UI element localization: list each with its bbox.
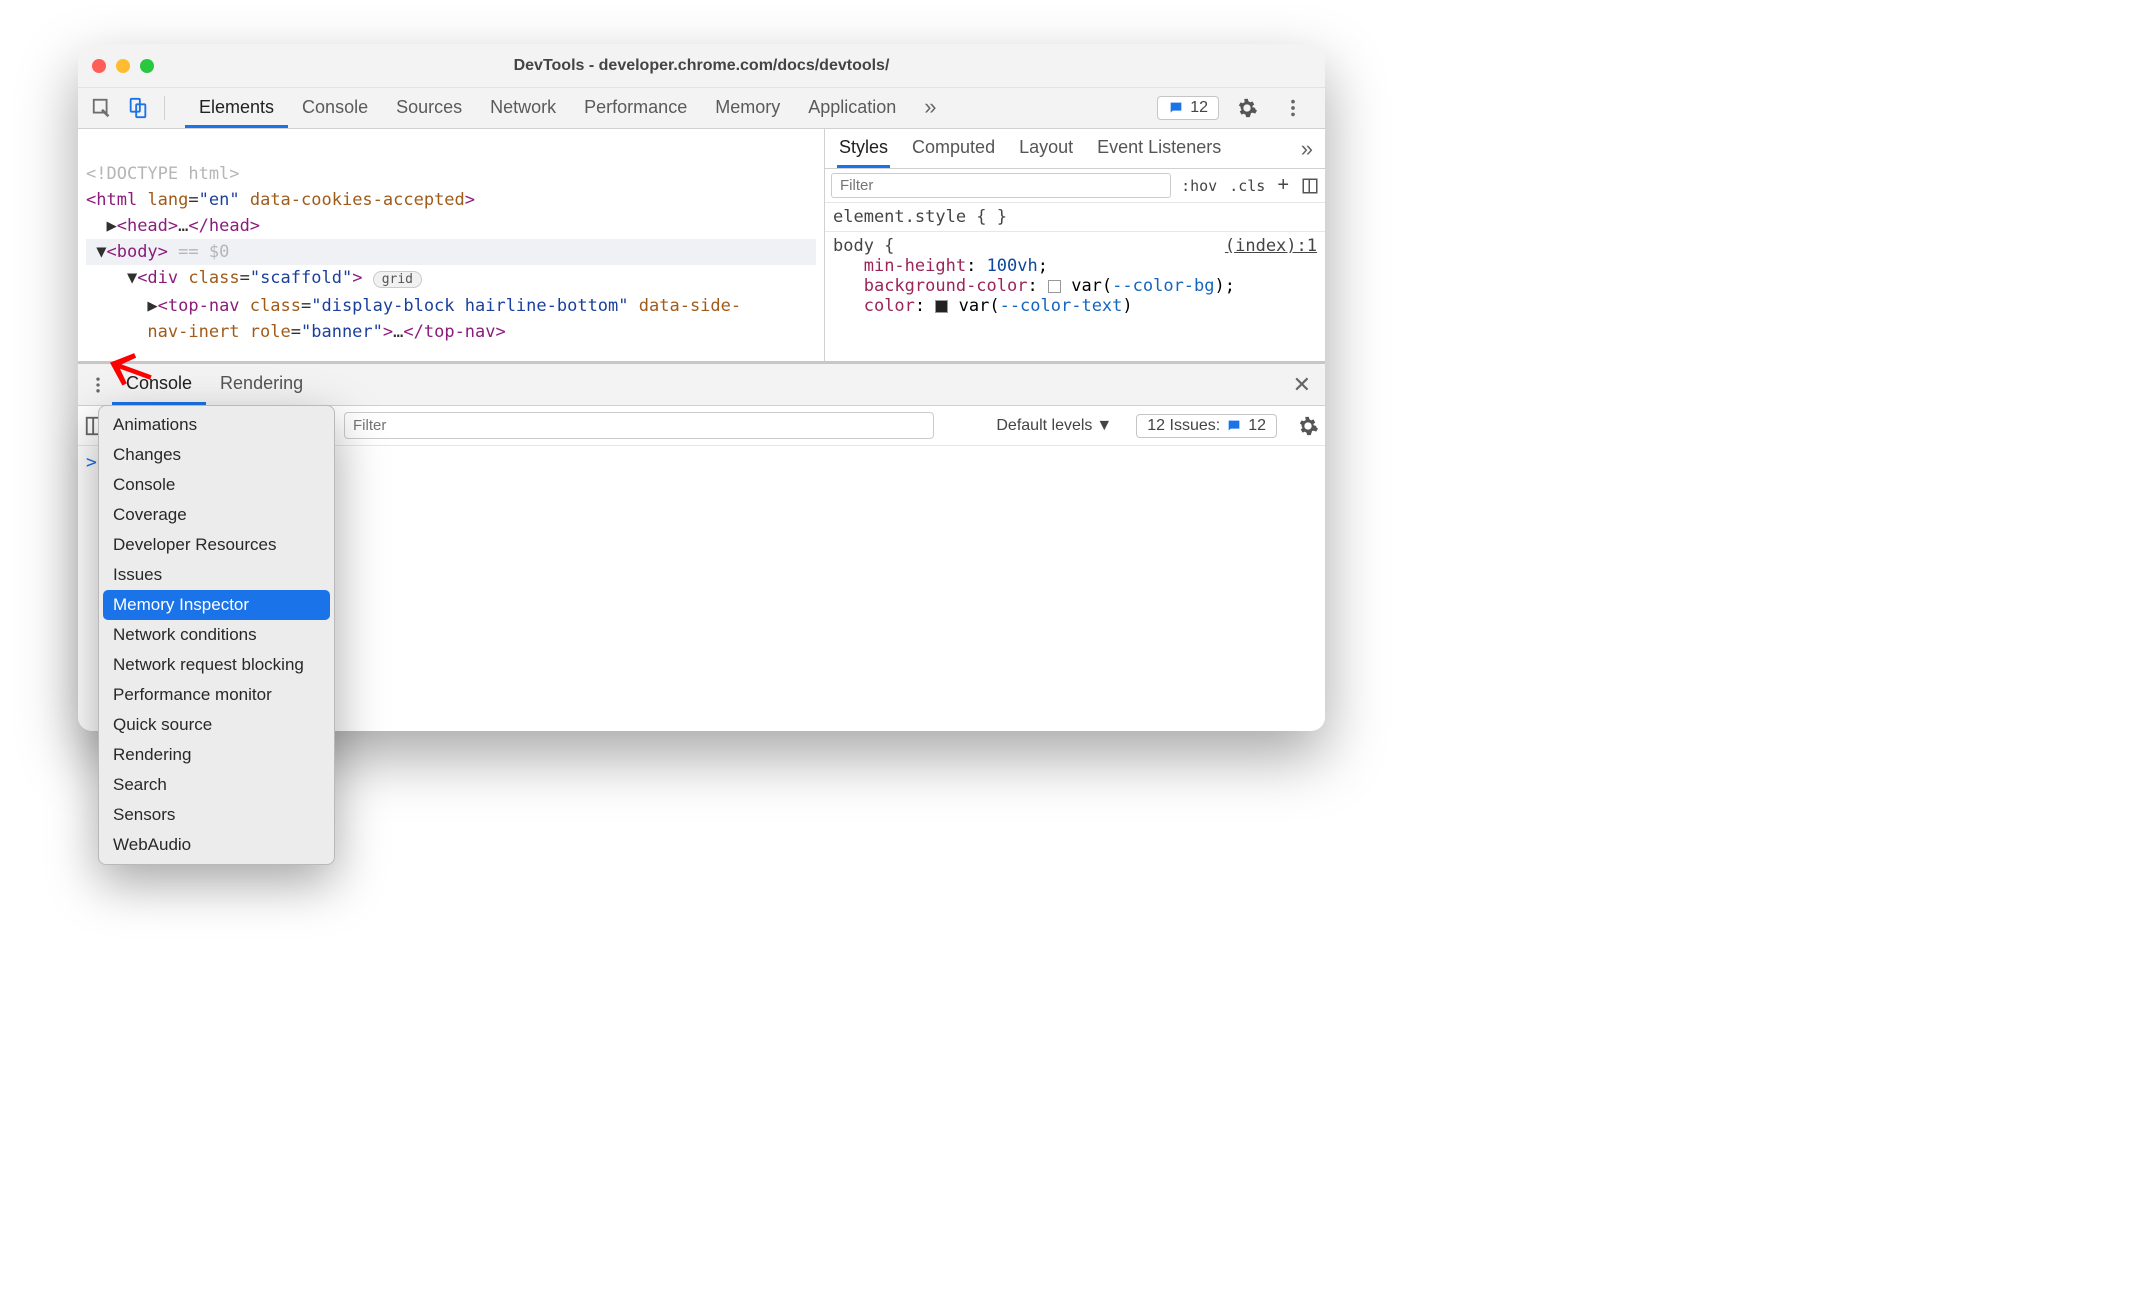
drawer-close-icon[interactable]: ✕ xyxy=(1285,372,1319,398)
tab-application[interactable]: Application xyxy=(794,89,910,128)
menu-item-performance-monitor[interactable]: Performance monitor xyxy=(99,680,334,710)
cls-toggle[interactable]: .cls xyxy=(1223,177,1271,195)
styles-panel: Styles Computed Layout Event Listeners :… xyxy=(825,129,1325,361)
menu-item-sensors[interactable]: Sensors xyxy=(99,800,334,830)
tab-console[interactable]: Console xyxy=(288,89,382,128)
menu-item-changes[interactable]: Changes xyxy=(99,440,334,470)
menu-item-coverage[interactable]: Coverage xyxy=(99,500,334,530)
window-title: DevTools - developer.chrome.com/docs/dev… xyxy=(78,57,1325,75)
color-swatch-icon[interactable] xyxy=(935,300,948,313)
console-filter-input[interactable] xyxy=(344,412,934,439)
settings-icon[interactable] xyxy=(1233,94,1261,122)
main-toolbar: Elements Console Sources Network Perform… xyxy=(78,88,1325,129)
elements-panel[interactable]: <!DOCTYPE html> <html lang="en" data-coo… xyxy=(78,129,825,361)
tab-styles[interactable]: Styles xyxy=(837,129,890,168)
dom-tree[interactable]: <!DOCTYPE html> <html lang="en" data-coo… xyxy=(78,129,824,361)
main-content: <!DOCTYPE html> <html lang="en" data-coo… xyxy=(78,129,1325,361)
drawer-tabstrip: Console Rendering ✕ xyxy=(78,364,1325,406)
device-toolbar-icon[interactable] xyxy=(124,94,152,122)
styles-filter-input[interactable] xyxy=(831,173,1171,198)
menu-item-webaudio[interactable]: WebAudio xyxy=(99,830,334,860)
menu-item-network-request-blocking[interactable]: Network request blocking xyxy=(99,650,334,680)
separator xyxy=(164,96,165,120)
more-options-icon[interactable] xyxy=(1279,94,1307,122)
menu-item-animations[interactable]: Animations xyxy=(99,410,334,440)
main-tabstrip: Elements Console Sources Network Perform… xyxy=(185,88,1157,128)
issues-count: 12 xyxy=(1190,99,1208,117)
drawer-tab-rendering[interactable]: Rendering xyxy=(206,364,317,405)
menu-item-network-conditions[interactable]: Network conditions xyxy=(99,620,334,650)
hov-toggle[interactable]: :hov xyxy=(1175,177,1223,195)
tab-computed[interactable]: Computed xyxy=(910,129,997,168)
tab-eventlisteners[interactable]: Event Listeners xyxy=(1095,129,1223,168)
styles-filter-bar: :hov .cls + xyxy=(825,169,1325,203)
issues-counter[interactable]: 12 xyxy=(1157,96,1219,120)
log-levels-dropdown[interactable]: Default levels ▼ xyxy=(996,417,1112,435)
menu-item-issues[interactable]: Issues xyxy=(99,560,334,590)
source-link[interactable]: (index):1 xyxy=(1225,236,1317,256)
console-settings-icon[interactable] xyxy=(1297,415,1319,437)
styles-tabstrip: Styles Computed Layout Event Listeners xyxy=(825,129,1325,169)
more-tools-menu[interactable]: Animations Changes Console Coverage Deve… xyxy=(98,405,335,865)
computed-sidebar-icon[interactable] xyxy=(1295,177,1325,195)
layout-badge[interactable]: grid xyxy=(373,271,422,288)
menu-item-console[interactable]: Console xyxy=(99,470,334,500)
tab-memory[interactable]: Memory xyxy=(701,89,794,128)
tab-elements[interactable]: Elements xyxy=(185,89,288,128)
menu-item-quick-source[interactable]: Quick source xyxy=(99,710,334,740)
inspect-element-icon[interactable] xyxy=(88,94,116,122)
doctype-line: <!DOCTYPE html> xyxy=(86,164,240,184)
more-tabs-button[interactable] xyxy=(910,89,950,128)
chevron-down-icon: ▼ xyxy=(1096,417,1112,435)
tab-sources[interactable]: Sources xyxy=(382,89,476,128)
styles-more-tabs[interactable] xyxy=(1301,136,1313,162)
menu-item-developer-resources[interactable]: Developer Resources xyxy=(99,530,334,560)
drawer-issues-counter[interactable]: 12 Issues: 12 xyxy=(1136,414,1277,438)
menu-item-memory-inspector[interactable]: Memory Inspector xyxy=(103,590,330,620)
tab-performance[interactable]: Performance xyxy=(570,89,701,128)
window-titlebar: DevTools - developer.chrome.com/docs/dev… xyxy=(78,44,1325,88)
tab-network[interactable]: Network xyxy=(476,89,570,128)
css-rule-body[interactable]: body {(index):1 min-height: 100vh; backg… xyxy=(825,232,1325,320)
menu-item-rendering[interactable]: Rendering xyxy=(99,740,334,770)
menu-item-search[interactable]: Search xyxy=(99,770,334,800)
tab-layout[interactable]: Layout xyxy=(1017,129,1075,168)
color-swatch-icon[interactable] xyxy=(1048,280,1061,293)
console-prompt-icon: > xyxy=(86,452,97,473)
new-style-rule[interactable]: + xyxy=(1271,174,1295,197)
css-rule-element-style[interactable]: element.style { } xyxy=(825,203,1325,232)
